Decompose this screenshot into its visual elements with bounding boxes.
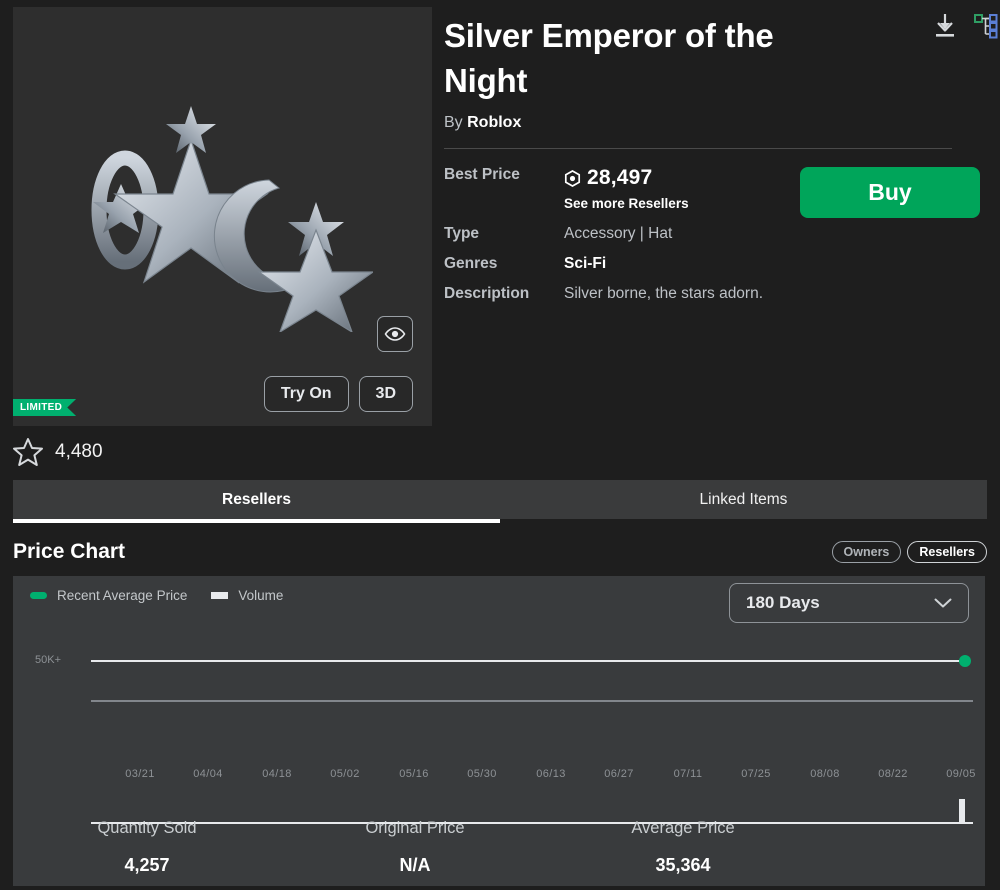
x-tick-10: 08/08 [810,768,840,780]
item-detail-page: Try On 3D LIMITED 4,480 Silver Emperor o… [0,0,1000,890]
price-chart-header: Price Chart Owners Resellers [13,540,987,564]
robux-icon [564,169,581,187]
best-price-label: Best Price [444,166,520,184]
stat-label-average-price: Average Price [631,819,735,837]
download-icon[interactable] [932,12,958,40]
rap-end-marker [959,655,971,667]
top-action-icons [932,12,998,40]
chart-legend: Recent Average Price Volume [30,588,283,603]
x-tick-6: 06/13 [536,768,566,780]
preview-button[interactable] [377,316,413,352]
price-line: 28,497 [564,166,689,190]
type-row: Type Accessory | Hat [444,225,980,243]
stat-label-original-price: Original Price [365,819,465,837]
legend-swatch-green [30,592,47,599]
limited-badge: LIMITED [13,399,77,416]
x-tick-5: 05/30 [467,768,497,780]
x-axis-tick-labels: 03/21 04/04 04/18 05/02 05/16 05/30 06/1… [13,768,985,784]
stat-quantity-sold: Quantity Sold 4,257 [13,819,281,876]
type-value: Accessory | Hat [564,225,673,243]
item-meta-list: Buy Best Price 28,497 See more Resellers [444,166,980,303]
buy-button[interactable]: Buy [800,167,980,219]
tab-linked-items[interactable]: Linked Items [500,480,987,519]
star-icon[interactable] [13,437,43,466]
silver-emperor-artwork [91,105,373,332]
x-tick-1: 04/04 [193,768,223,780]
item-3d-render [13,7,432,426]
stat-value-average-price: 35,364 [655,855,711,875]
x-tick-7: 06/27 [604,768,634,780]
toggle-resellers[interactable]: Resellers [907,541,987,563]
chart-plot-area: 50K+ 03/21 04/04 04/18 05/02 05/16 05/30… [13,636,985,796]
stat-original-price: Original Price N/A [281,819,549,876]
price-chart-card: Recent Average Price Volume 180 Days 50K… [13,576,985,886]
section-tabs: Resellers Linked Items [13,480,987,523]
thumbnail-column: Try On 3D LIMITED 4,480 [0,0,432,466]
price-chart-title: Price Chart [13,540,126,563]
three-d-button[interactable]: 3D [358,376,413,412]
description-label: Description [444,285,530,303]
item-info-column: Silver Emperor of the Night By Roblox Bu… [432,0,1000,466]
description-row: Description Silver borne, the stars ador… [444,285,980,303]
x-tick-0: 03/21 [125,768,155,780]
creator-name[interactable]: Roblox [467,114,521,131]
tab-resellers[interactable]: Resellers [13,480,500,523]
time-range-value: 180 Days [746,593,820,612]
genres-label: Genres [444,255,498,273]
best-price-block: 28,497 See more Resellers [564,166,689,211]
legend-item-volume[interactable]: Volume [211,588,283,603]
item-top-section: Try On 3D LIMITED 4,480 Silver Emperor o… [0,0,1000,466]
description-value: Silver borne, the stars adorn. [564,285,764,303]
creator-byline: By Roblox [444,114,980,132]
x-tick-4: 05/16 [399,768,429,780]
legend-label-rap: Recent Average Price [57,588,188,603]
genres-value: Sci-Fi [564,255,607,273]
stat-value-original-price: N/A [399,855,431,875]
legend-item-recent-average-price[interactable]: Recent Average Price [30,588,187,603]
eye-icon [384,327,406,341]
x-tick-9: 07/25 [741,768,771,780]
legend-label-volume: Volume [238,588,284,603]
hierarchy-tree-icon[interactable] [974,12,998,40]
item-thumbnail-card[interactable]: Try On 3D LIMITED [13,7,432,426]
stat-average-price: Average Price 35,364 [549,819,817,876]
info-divider [444,148,952,150]
toggle-owners[interactable]: Owners [831,541,902,563]
x-tick-3: 05/02 [330,768,360,780]
time-range-select[interactable]: 180 Days [729,583,969,623]
favorites-row: 4,480 [13,437,432,466]
genres-row: Genres Sci-Fi [444,255,980,273]
by-prefix: By [444,114,463,132]
x-tick-2: 04/18 [262,768,292,780]
chart-scope-toggle-group: Owners Resellers [831,541,987,563]
chevron-down-icon [934,598,952,607]
x-tick-8: 07/11 [673,768,703,780]
stat-label-quantity-sold: Quantity Sold [97,819,197,837]
try-on-button[interactable]: Try On [263,376,349,412]
legend-swatch-white [211,592,229,599]
page-title: Silver Emperor of the Night [444,17,774,99]
see-more-resellers-link[interactable]: See more Resellers [564,196,689,211]
type-label: Type [444,225,480,243]
x-tick-12: 09/05 [946,768,976,780]
thumbnail-action-buttons: Try On 3D [263,376,413,412]
best-price-value: 28,497 [587,166,653,190]
stat-value-quantity-sold: 4,257 [124,855,170,875]
x-tick-11: 08/22 [878,768,908,780]
chart-stats-row: Quantity Sold 4,257 Original Price N/A A… [13,819,985,876]
favorites-count: 4,480 [55,440,103,462]
